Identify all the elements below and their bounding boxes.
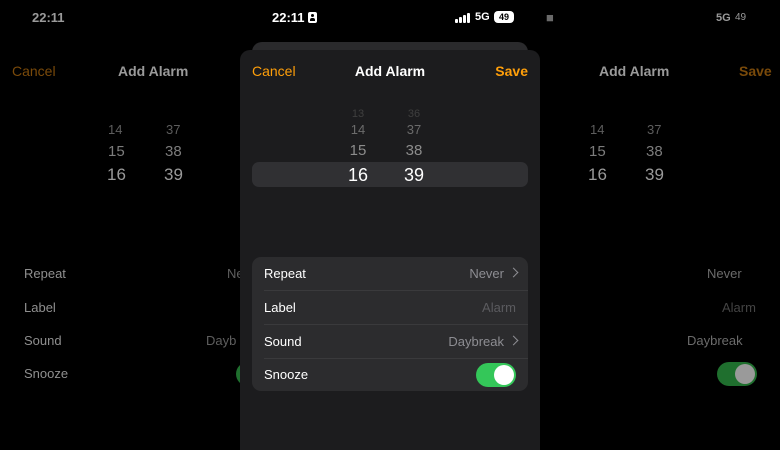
- bg-hour-14-left: 14: [108, 122, 123, 137]
- battery-icon: 49: [494, 11, 514, 23]
- hour-option[interactable]: 13: [328, 108, 388, 120]
- minute-option[interactable]: 36: [384, 108, 444, 120]
- repeat-label: Repeat: [264, 266, 306, 281]
- bg-minute-38-right: 38: [646, 143, 663, 160]
- bg-minute-37-left: 37: [166, 122, 181, 137]
- bg-save-right: Save: [739, 63, 772, 79]
- time-picker[interactable]: 13 14 15 16 36 37 38 39: [252, 108, 528, 248]
- bg-battery-right: 49: [735, 12, 747, 23]
- snooze-label: Snooze: [264, 367, 309, 382]
- alarm-options-list: Repeat Never Label Alarm Sound Daybreak …: [252, 257, 528, 391]
- bg-label-left: Label: [24, 300, 56, 315]
- toggle-knob: [494, 365, 514, 385]
- bg-cancel-left: Cancel: [12, 63, 56, 79]
- hour-option[interactable]: 14: [328, 122, 388, 137]
- network-type: 5G: [475, 11, 490, 23]
- bg-minute-39-right: 39: [645, 165, 664, 184]
- repeat-row[interactable]: Repeat Never: [252, 257, 528, 290]
- bg-repeat-value-right: Never: [707, 266, 742, 281]
- bg-minute-38-left: 38: [165, 143, 182, 160]
- snooze-toggle[interactable]: [476, 363, 516, 387]
- bg-title-right: Add Alarm: [599, 63, 670, 79]
- bg-repeat-left: Repeat: [24, 266, 66, 281]
- add-alarm-sheet: Cancel Add Alarm Save 13 14 15 16 36 37 …: [240, 50, 540, 450]
- chevron-right-icon: [508, 267, 519, 278]
- bg-minute-37-right: 37: [647, 122, 662, 137]
- bg-title-left: Add Alarm: [118, 63, 189, 79]
- signal-icon: [455, 13, 471, 23]
- bg-sound-value-right: Daybreak: [687, 333, 743, 348]
- bg-hour-16-right: 16: [588, 165, 607, 184]
- bg-sound-left: Sound: [24, 333, 62, 348]
- bg-network-right: 5G: [716, 12, 731, 24]
- label-row[interactable]: Label Alarm: [252, 291, 528, 324]
- chevron-right-icon: [508, 335, 519, 346]
- snooze-row: Snooze: [252, 358, 528, 391]
- bg-person-right: ■: [546, 10, 554, 25]
- bg-hour-16-left: 16: [107, 165, 126, 184]
- bg-label-placeholder-right: Alarm: [722, 300, 756, 315]
- sound-row[interactable]: Sound Daybreak: [252, 325, 528, 358]
- repeat-value: Never: [469, 266, 504, 281]
- minute-option[interactable]: 38: [384, 142, 444, 159]
- bg-minute-39-left: 39: [164, 165, 183, 184]
- nav-bar: Cancel Add Alarm Save: [240, 50, 540, 94]
- bg-hour-15-right: 15: [589, 143, 606, 160]
- sound-label: Sound: [264, 334, 302, 349]
- status-bar: 22:11 5G 49: [262, 6, 520, 32]
- selected-minute[interactable]: 39: [384, 165, 444, 186]
- sound-value: Daybreak: [448, 334, 504, 349]
- bg-sound-value-left: Dayb: [206, 333, 237, 348]
- hour-option[interactable]: 15: [328, 142, 388, 159]
- bg-hour-15-left: 15: [108, 143, 125, 160]
- bg-snooze-left: Snooze: [24, 366, 69, 381]
- label-input[interactable]: Alarm: [482, 300, 516, 315]
- bg-snooze-toggle-right: [717, 362, 757, 386]
- minute-option[interactable]: 37: [384, 122, 444, 137]
- save-button[interactable]: Save: [495, 63, 528, 79]
- bg-hour-14-right: 14: [590, 122, 605, 137]
- status-time: 22:11: [272, 10, 305, 25]
- bg-time-left: 22:11: [32, 10, 65, 25]
- label-label: Label: [264, 300, 296, 315]
- selected-hour[interactable]: 16: [328, 165, 388, 186]
- focus-person-icon: [308, 12, 317, 23]
